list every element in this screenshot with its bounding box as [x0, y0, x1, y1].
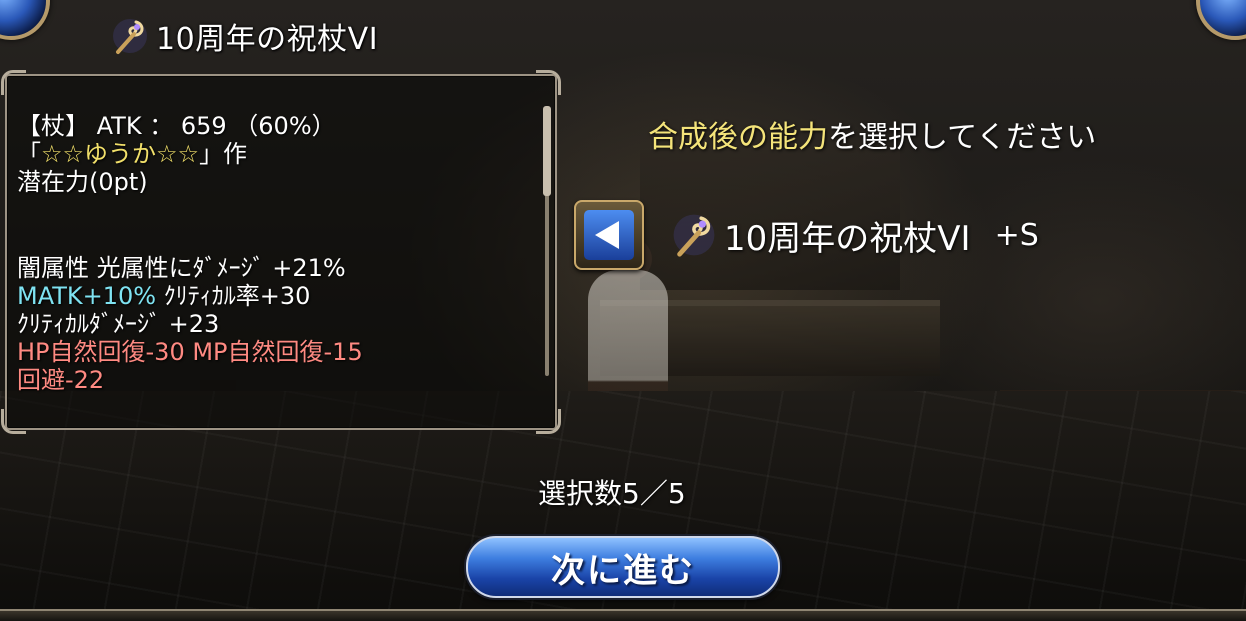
staff-icon	[670, 211, 718, 259]
scrollbar-thumb[interactable]	[543, 106, 551, 196]
item-name: 10周年の祝杖VI	[156, 22, 379, 57]
potential-line: 潜在力(0pt)	[17, 168, 148, 196]
creator-open-quote: 「	[17, 140, 41, 168]
effect-line: 回避-22	[17, 366, 105, 394]
item-header: 10周年の祝杖VI	[110, 14, 378, 58]
creator-line: 「☆☆ゆうか☆☆」作	[17, 140, 525, 168]
staff-icon	[110, 16, 150, 56]
creator-name: ☆☆ゆうか☆☆	[41, 140, 200, 168]
selected-item: 10周年の祝杖VI +S	[670, 211, 1039, 260]
panel-corner-ornament	[536, 70, 561, 95]
effect-line: HP自然回復-30 MP自然回復-15	[17, 338, 363, 366]
effect-line: ｸﾘﾃｨｶﾙﾀﾞﾒｰｼﾞ +23	[17, 310, 220, 338]
previous-option-button[interactable]	[574, 200, 644, 270]
weapon-stat-line: 【杖】 ATK ： 659 （60%）	[17, 112, 336, 140]
prompt-rest: を選択してください	[828, 120, 1097, 155]
left-arrow-icon	[584, 210, 634, 260]
creator-close-quote: 」作	[199, 140, 248, 168]
panel-corner-ornament	[1, 409, 26, 434]
panel-corner-ornament	[536, 409, 561, 434]
selection-prompt: 合成後の能力を選択してください	[648, 112, 1096, 156]
panel-corner-ornament	[1, 70, 26, 95]
panel-scrollbar[interactable]	[543, 106, 551, 376]
effect-crit-rate: ｸﾘﾃｨｶﾙ率+30	[156, 282, 311, 310]
ability-selector: 10周年の祝杖VI +S	[574, 200, 1039, 270]
next-button[interactable]: 次に進む	[466, 536, 780, 598]
item-stats: 【杖】 ATK ： 659 （60%） 「☆☆ゆうか☆☆」作 潜在力(0pt) …	[17, 112, 525, 394]
effect-matk: MATK+10%	[17, 282, 157, 310]
item-info-panel[interactable]: 【杖】 ATK ： 659 （60%） 「☆☆ゆうか☆☆」作 潜在力(0pt) …	[1, 70, 561, 434]
selected-item-name: 10周年の祝杖VI	[724, 218, 971, 259]
next-button-label: 次に進む	[551, 550, 695, 591]
bottom-frame	[0, 609, 1246, 621]
selection-count: 選択数5／5	[538, 477, 686, 510]
effect-line: 闇属性 光属性にﾀﾞﾒｰｼﾞ +21%	[17, 254, 346, 282]
selected-item-suffix: +S	[994, 217, 1039, 253]
effect-line: MATK+10% ｸﾘﾃｨｶﾙ率+30	[17, 282, 525, 310]
prompt-highlight: 合成後の能力	[648, 120, 828, 155]
